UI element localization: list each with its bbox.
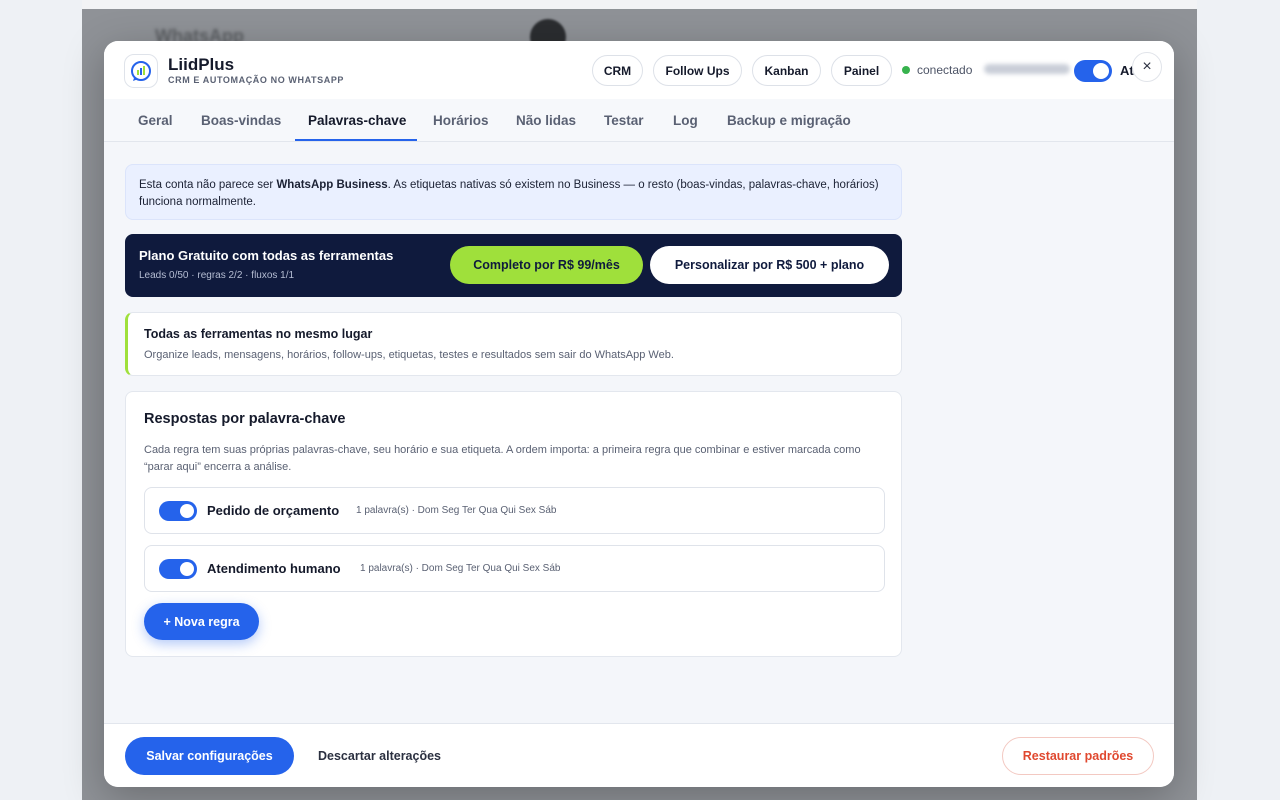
connection-status: conectado [917,63,973,77]
keyword-rules-card: Respostas por palavra-chave Cada regra t… [125,391,902,657]
rule-meta: 1 palavra(s) · Dom Seg Ter Qua Qui Sex S… [360,563,561,574]
discard-changes-button[interactable]: Descartar alterações [318,737,441,775]
settings-tabs: Geral Boas-vindas Palavras-chave Horário… [104,99,1174,142]
rule-enabled-toggle[interactable] [159,501,197,521]
connection-status-dot [902,66,910,74]
business-info-banner: Esta conta não parece ser WhatsApp Busin… [125,164,902,220]
tools-card-title: Todas as ferramentas no mesmo lugar [144,327,373,341]
active-tab-indicator [295,139,417,141]
rule-enabled-toggle[interactable] [159,559,197,579]
restore-defaults-button[interactable]: Restaurar padrões [1002,737,1154,775]
plan-title: Plano Gratuito com todas as ferramentas [139,248,394,263]
keyword-rules-description: Cada regra tem suas próprias palavras-ch… [144,444,861,473]
rule-meta: 1 palavra(s) · Dom Seg Ter Qua Qui Sex S… [356,505,557,516]
tools-card: Todas as ferramentas no mesmo lugar Orga… [125,312,902,376]
upgrade-complete-button[interactable]: Completo por R$ 99/mês [450,246,643,284]
rule-name: Pedido de orçamento [207,503,340,518]
painel-button[interactable]: Painel [831,55,892,86]
modal-footer: Salvar configurações Descartar alteraçõe… [104,723,1174,787]
plan-banner: Plano Gratuito com todas as ferramentas … [125,234,902,297]
blurred-phone-number [984,64,1070,74]
backdrop-topbar [82,0,1197,9]
tools-card-subtitle: Organize leads, mensagens, horários, fol… [144,349,674,361]
tab-backup-migracao[interactable]: Backup e migração [727,99,851,142]
rule-row[interactable]: Atendimento humano 1 palavra(s) · Dom Se… [144,545,885,592]
tab-nao-lidas[interactable]: Não lidas [516,99,576,142]
new-rule-button[interactable]: + Nova regra [144,603,259,640]
tab-boas-vindas[interactable]: Boas-vindas [201,99,281,142]
tab-geral[interactable]: Geral [138,99,173,142]
close-icon[interactable]: × [1132,52,1162,82]
kanban-button[interactable]: Kanban [752,55,821,86]
crm-button[interactable]: CRM [592,55,643,86]
liidplus-logo-icon [124,54,158,88]
info-text-bold: WhatsApp Business [276,179,388,191]
tab-testar[interactable]: Testar [604,99,644,142]
tab-log[interactable]: Log [673,99,698,142]
settings-modal: LiidPlus CRM E AUTOMAÇÃO NO WHATSAPP CRM… [104,41,1174,787]
rule-row[interactable]: Pedido de orçamento 1 palavra(s) · Dom S… [144,487,885,534]
modal-header: LiidPlus CRM E AUTOMAÇÃO NO WHATSAPP CRM… [104,41,1174,99]
rule-name: Atendimento humano [207,561,341,576]
automation-toggle[interactable] [1074,60,1112,82]
customize-plan-button[interactable]: Personalizar por R$ 500 + plano [650,246,889,284]
info-text-prefix: Esta conta não parece ser [139,179,277,191]
keyword-rules-title: Respostas por palavra-chave [144,411,346,427]
tab-horarios[interactable]: Horários [433,99,489,142]
follow-ups-button[interactable]: Follow Ups [653,55,742,86]
brand-subtitle: CRM E AUTOMAÇÃO NO WHATSAPP [168,75,345,85]
page-margin-right [1197,0,1280,800]
plan-usage: Leads 0/50 · regras 2/2 · fluxos 1/1 [139,270,295,281]
brand-name: LiidPlus [168,55,235,74]
save-settings-button[interactable]: Salvar configurações [125,737,294,775]
page-margin-left [0,0,82,800]
tab-palavras-chave[interactable]: Palavras-chave [308,99,406,142]
